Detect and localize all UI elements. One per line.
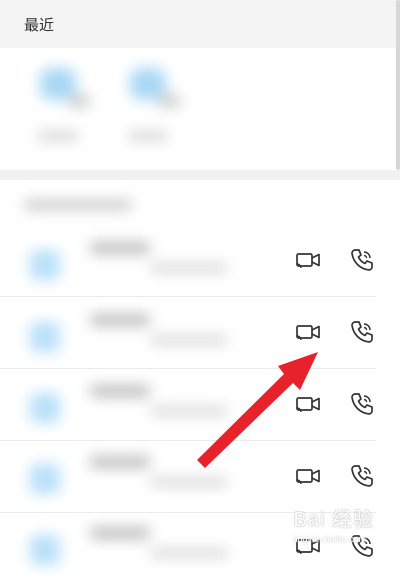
section-divider <box>0 170 400 180</box>
phone-call-icon[interactable] <box>348 246 376 274</box>
contact-info[interactable] <box>0 513 238 583</box>
video-call-icon[interactable] <box>294 318 322 346</box>
scrollbar[interactable] <box>396 0 400 170</box>
recent-contact-card[interactable] <box>118 68 188 148</box>
video-call-icon[interactable] <box>294 390 322 418</box>
recent-contact-card[interactable] <box>28 68 98 148</box>
watermark-logo: Bai 经验 <box>293 509 374 531</box>
video-call-icon[interactable] <box>294 246 322 274</box>
row-divider <box>0 296 376 297</box>
row-divider <box>0 368 376 369</box>
watermark-url: jingyan.baidu.com <box>293 534 366 544</box>
video-call-icon[interactable] <box>294 462 322 490</box>
contact-info[interactable] <box>0 442 238 512</box>
header-bar: 最近 <box>0 0 400 48</box>
phone-call-icon[interactable] <box>348 462 376 490</box>
contact-info[interactable] <box>0 300 238 370</box>
blurred-content <box>0 48 238 565</box>
phone-call-icon[interactable] <box>348 390 376 418</box>
row-divider <box>0 440 376 441</box>
phone-call-icon[interactable] <box>348 318 376 346</box>
contact-info[interactable] <box>0 371 238 441</box>
section-title-recent: 最近 <box>24 17 55 34</box>
contact-info[interactable] <box>0 228 238 298</box>
section-heading <box>24 200 132 210</box>
